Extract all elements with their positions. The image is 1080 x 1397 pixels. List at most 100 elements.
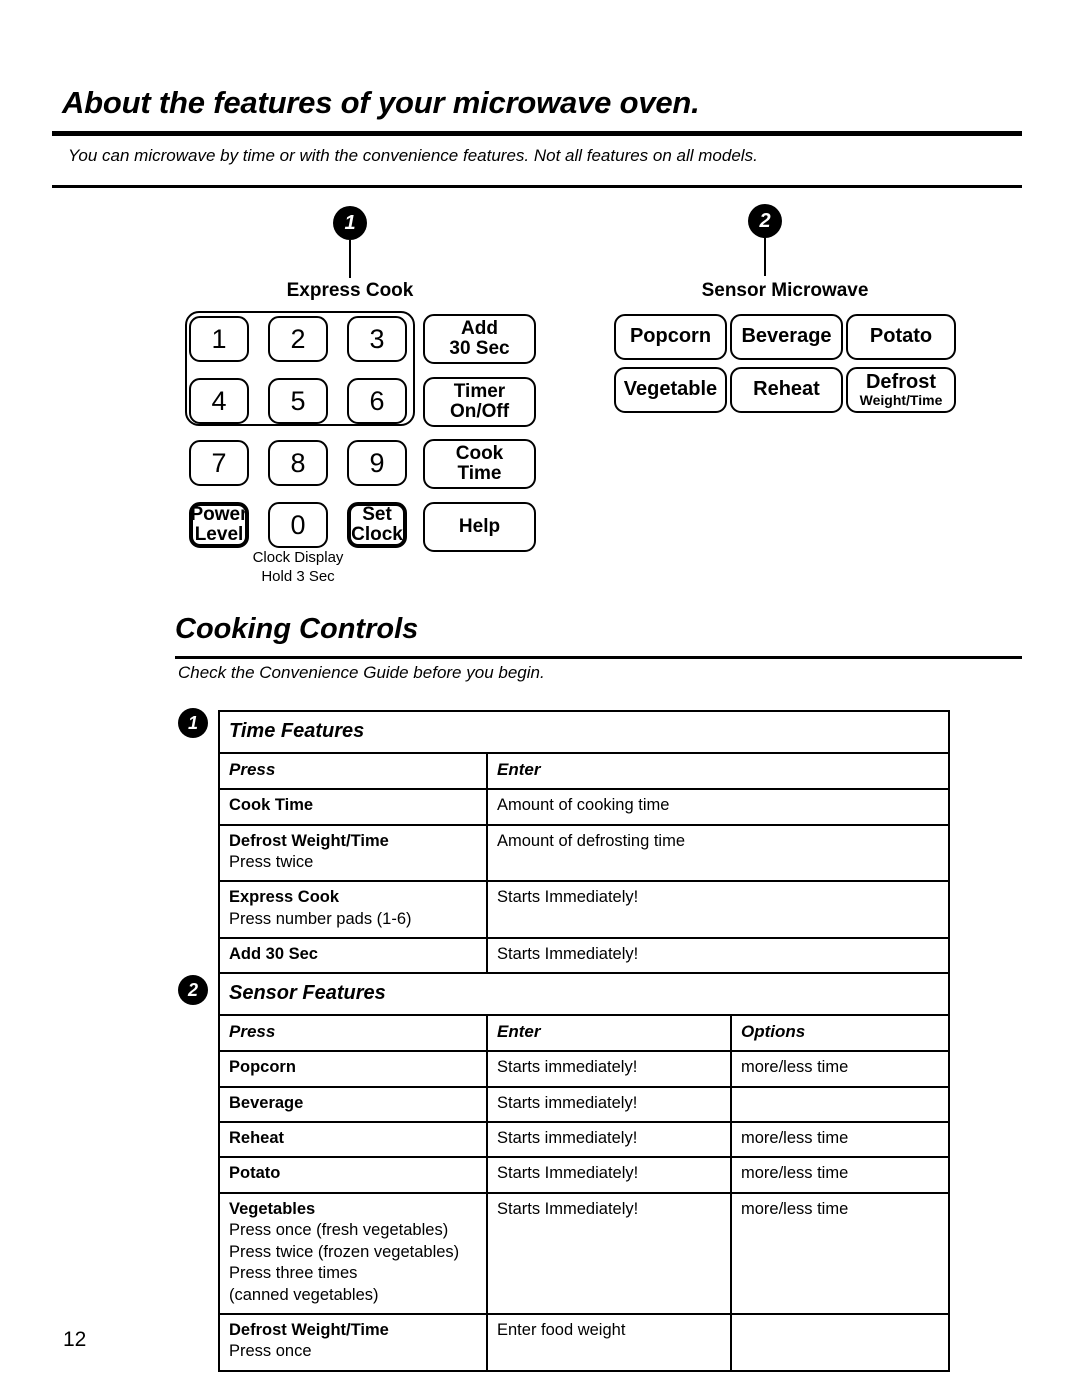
callout-leader-2 [764, 238, 766, 276]
header-rule-bottom [52, 185, 1022, 188]
sensor-features-header-enter: Enter [486, 1013, 732, 1053]
sensor-row-press: Popcorn [229, 1058, 296, 1077]
header-intro-text: You can microwave by time or with the co… [68, 146, 758, 165]
time-features-badge: 1 [178, 708, 208, 738]
set-clock-key[interactable]: Set Clock [347, 502, 407, 548]
popcorn-key[interactable]: Popcorn [614, 314, 727, 360]
add-30-sec-key-line2: 30 Sec [449, 338, 510, 359]
sensor-features-caption: Sensor Features [217, 972, 951, 1016]
table-row: Vegetables Press once (fresh vegetables)… [218, 1191, 951, 1316]
callout-badge-2: 2 [748, 204, 782, 238]
callout-leader-1 [349, 240, 351, 278]
cook-time-key-line1: Cook [455, 442, 504, 464]
clock-display-caption-line2: Hold 3 Sec [261, 567, 335, 585]
time-row-enter: Starts Immediately! [486, 937, 950, 975]
time-features-header-enter: Enter [486, 751, 950, 791]
set-clock-key-line2: Clock [351, 524, 403, 545]
sensor-features-header-row: Press Enter Options [218, 1013, 951, 1053]
table-row: Beverage Starts immediately! [218, 1085, 951, 1123]
cook-time-key-line2: Time [457, 463, 502, 484]
add-30-sec-key[interactable]: Add 30 Sec [423, 314, 536, 364]
table-row: Defrost Weight/Time Press once Enter foo… [218, 1313, 951, 1372]
sensor-row-enter: Enter food weight [486, 1313, 732, 1372]
time-row-press-cell: Defrost Weight/Time Press twice [218, 823, 488, 883]
keypad-key-6[interactable]: 6 [347, 378, 407, 424]
defrost-weight-time-key[interactable]: Defrost Weight/Time [846, 367, 956, 413]
time-features-caption: Time Features [218, 710, 950, 754]
keypad-key-4[interactable]: 4 [189, 378, 249, 424]
reheat-key[interactable]: Reheat [730, 367, 843, 413]
help-key-line1: Help [458, 515, 501, 537]
time-row-enter: Amount of cooking time [486, 788, 950, 826]
table-row: Reheat Starts immediately! more/less tim… [218, 1120, 951, 1159]
cooking-controls-subtitle: Check the Convenience Guide before you b… [178, 663, 545, 682]
table-row: Add 30 Sec Starts Immediately! [218, 937, 950, 975]
sensor-row-press-cell: Defrost Weight/Time Press once [218, 1313, 488, 1372]
sensor-row-options: more/less time [729, 1156, 951, 1194]
keypad-key-8[interactable]: 8 [268, 440, 328, 486]
time-features-caption-row: Time Features [218, 710, 950, 754]
clock-display-caption: Clock Display Hold 3 Sec [218, 549, 378, 587]
sensor-row-press-cell: Potato [218, 1156, 488, 1194]
sensor-features-caption-row: Sensor Features [217, 972, 951, 1016]
sensor-row-enter: Starts immediately! [486, 1120, 732, 1159]
time-row-enter: Amount of defrosting time [486, 823, 950, 883]
vegetable-key[interactable]: Vegetable [614, 367, 727, 413]
callout-badge-1: 1 [333, 206, 367, 240]
sensor-row-press: Vegetables [229, 1199, 316, 1218]
timer-on-off-key-line2: On/Off [449, 401, 510, 422]
sensor-row-press-cell: Popcorn [218, 1050, 488, 1088]
timer-on-off-key-line1: Timer [453, 380, 506, 402]
sensor-row-enter: Starts Immediately! [486, 1156, 732, 1194]
keypad-key-2[interactable]: 2 [268, 316, 328, 362]
express-cook-group-label: Express Cook [286, 280, 414, 301]
cooking-controls-title: Cooking Controls [175, 613, 419, 645]
sensor-features-header-press: Press [218, 1013, 488, 1053]
time-row-press-cell: Cook Time [218, 788, 488, 826]
sensor-row-press-cell: Beverage [218, 1085, 488, 1123]
power-level-key[interactable]: Power Level [189, 502, 249, 548]
header-rule-top [52, 131, 1022, 136]
sensor-row-press-note: Press once (fresh vegetables) Press twic… [229, 1221, 460, 1304]
sensor-features-table: Sensor Features Press Enter Options Popc… [217, 972, 951, 1372]
defrost-key-line1: Defrost [865, 370, 936, 393]
table-row: Express Cook Press number pads (1-6) Sta… [218, 880, 950, 940]
time-row-press: Add 30 Sec [229, 945, 318, 964]
sensor-row-options [729, 1085, 951, 1123]
sensor-row-enter: Starts Immediately! [486, 1191, 732, 1316]
sensor-row-press-note: Press once [229, 1342, 312, 1361]
sensor-row-press: Defrost Weight/Time [229, 1321, 389, 1340]
time-row-press-note: Press number pads (1-6) [229, 909, 412, 928]
help-key[interactable]: Help [423, 502, 536, 552]
time-row-enter: Starts Immediately! [486, 880, 950, 940]
clock-display-caption-line1: Clock Display [252, 549, 344, 566]
cook-time-key[interactable]: Cook Time [423, 439, 536, 489]
time-features-table: Time Features Press Enter Cook Time Amou… [218, 710, 950, 1011]
keypad-key-7[interactable]: 7 [189, 440, 249, 486]
keypad-key-5[interactable]: 5 [268, 378, 328, 424]
beverage-key[interactable]: Beverage [730, 314, 843, 360]
sensor-row-press: Reheat [229, 1128, 285, 1147]
set-clock-key-line1: Set [362, 503, 392, 525]
time-row-press: Defrost Weight/Time [229, 831, 389, 850]
sensor-row-press: Beverage [229, 1093, 304, 1112]
potato-key[interactable]: Potato [846, 314, 956, 360]
sensor-row-press-cell: Reheat [218, 1120, 488, 1159]
page-title: About the features of your microwave ove… [62, 85, 700, 120]
time-features-header-row: Press Enter [218, 751, 950, 791]
keypad-key-1[interactable]: 1 [189, 316, 249, 362]
power-level-key-line1: Power [190, 503, 248, 525]
sensor-features-header-options: Options [729, 1013, 951, 1053]
keypad-key-9[interactable]: 9 [347, 440, 407, 486]
sensor-row-press: Potato [229, 1164, 281, 1183]
sensor-features-badge: 2 [178, 975, 208, 1005]
table-row: Potato Starts Immediately! more/less tim… [218, 1156, 951, 1194]
time-features-header-press: Press [218, 751, 488, 791]
keypad-key-0[interactable]: 0 [268, 502, 328, 548]
power-level-key-line2: Level [194, 524, 244, 545]
sensor-microwave-group-label: Sensor Microwave [701, 280, 869, 301]
keypad-key-3[interactable]: 3 [347, 316, 407, 362]
timer-on-off-key[interactable]: Timer On/Off [423, 377, 536, 427]
page-number: 12 [63, 1328, 87, 1351]
sensor-row-options: more/less time [729, 1120, 951, 1159]
